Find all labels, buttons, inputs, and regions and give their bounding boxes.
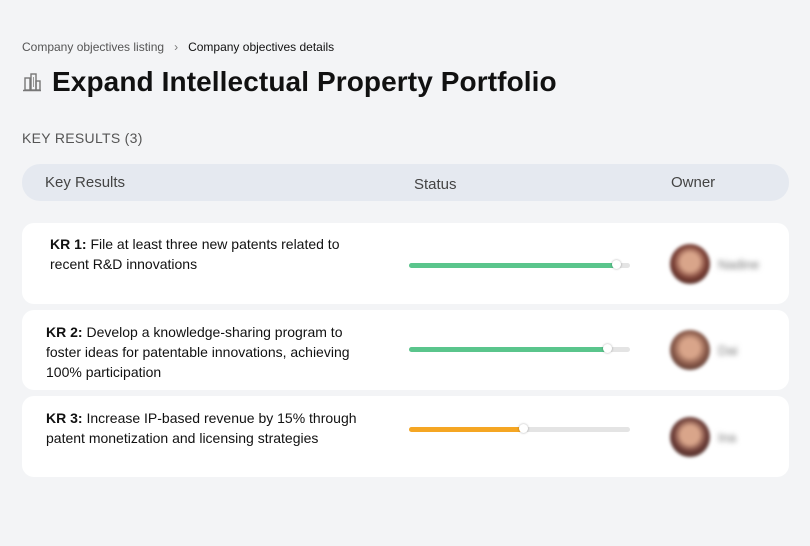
key-result-row[interactable]: KR 1: File at least three new patents re…: [22, 223, 789, 304]
key-result-row[interactable]: KR 2: Develop a knowledge-sharing progra…: [22, 310, 789, 390]
key-result-text: File at least three new patents related …: [50, 236, 340, 272]
progress-fill: [409, 427, 524, 432]
breadcrumb-parent-link[interactable]: Company objectives listing: [22, 40, 164, 54]
progress-knob[interactable]: [611, 260, 621, 269]
owner-name: Ina: [718, 429, 737, 445]
progress-knob[interactable]: [518, 424, 528, 433]
owner-cell[interactable]: Nadine: [670, 244, 759, 284]
objective-header: Expand Intellectual Property Portfolio: [22, 66, 557, 98]
key-results-count-label: KEY RESULTS (3): [22, 130, 143, 146]
avatar: [670, 417, 710, 457]
owner-cell[interactable]: Ina: [670, 417, 736, 457]
progress-bar: [409, 344, 630, 353]
progress-bar: [409, 260, 630, 269]
column-header-status: Status: [414, 176, 457, 193]
key-result-text: Develop a knowledge-sharing program to f…: [46, 324, 350, 380]
chevron-right-icon: ›: [174, 40, 179, 54]
key-result-prefix: KR 1:: [50, 236, 87, 252]
key-results-table-header: Key Results Status Owner: [22, 164, 789, 201]
avatar: [670, 330, 710, 370]
breadcrumb: Company objectives listing › Company obj…: [22, 40, 334, 54]
buildings-icon: [22, 72, 42, 92]
key-result-description: KR 1: File at least three new patents re…: [50, 234, 380, 274]
breadcrumb-current: Company objectives details: [188, 40, 335, 54]
key-result-description: KR 3: Increase IP-based revenue by 15% t…: [46, 408, 376, 448]
page-title: Expand Intellectual Property Portfolio: [52, 66, 557, 97]
progress-knob[interactable]: [602, 344, 612, 353]
owner-name: Dai: [718, 342, 738, 358]
key-result-prefix: KR 2:: [46, 324, 83, 340]
progress-fill: [409, 263, 617, 268]
key-result-description: KR 2: Develop a knowledge-sharing progra…: [46, 322, 376, 382]
progress-bar: [409, 424, 630, 433]
avatar: [670, 244, 710, 284]
key-result-row[interactable]: KR 3: Increase IP-based revenue by 15% t…: [22, 396, 789, 477]
owner-cell[interactable]: Dai: [670, 330, 738, 370]
column-header-key-results: Key Results: [45, 174, 126, 191]
owner-name: Nadine: [718, 256, 760, 272]
column-header-owner: Owner: [671, 174, 716, 191]
key-result-prefix: KR 3:: [46, 410, 83, 426]
progress-fill: [409, 347, 608, 352]
key-result-text: Increase IP-based revenue by 15% through…: [46, 410, 357, 446]
